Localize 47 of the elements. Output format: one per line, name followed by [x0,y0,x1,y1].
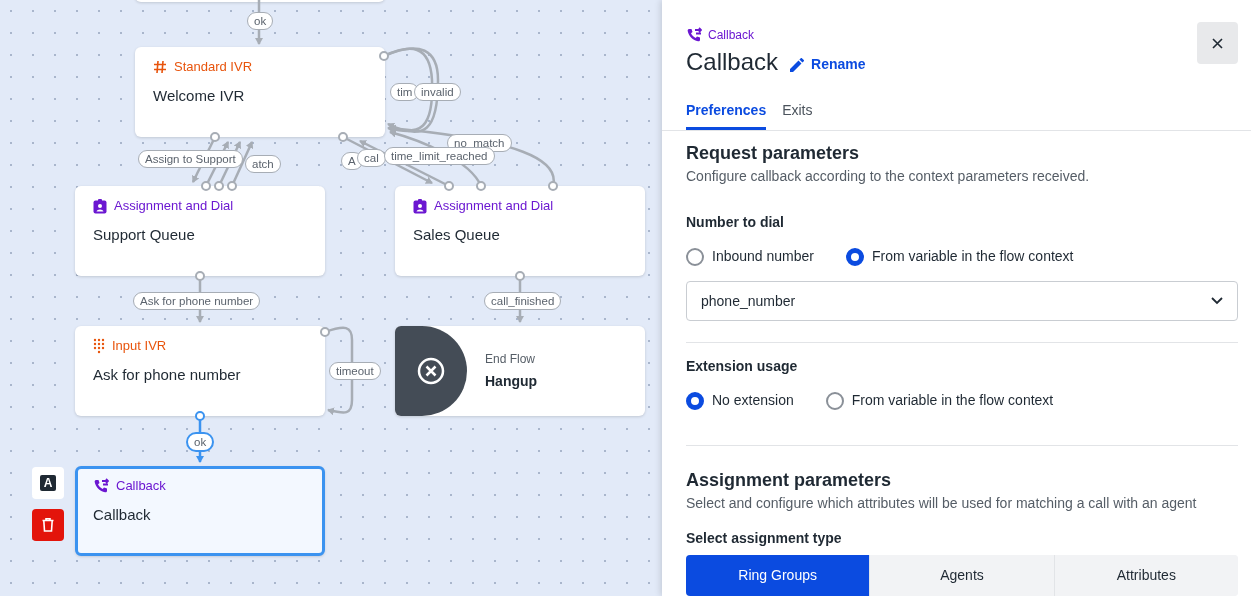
connector-label: timeout [329,362,381,380]
node-card[interactable]: Input IVR Ask for phone number [75,326,325,416]
tab[interactable]: Exits [782,100,813,130]
section-heading: Request parameters [686,142,861,164]
radio-option[interactable]: No extension [686,390,794,411]
node-type-label: End Flow [485,351,537,368]
panel-title: Callback [686,47,779,77]
node-card[interactable]: Standard IVR Welcome IVR [135,47,385,137]
node-card[interactable]: Callback Callback [75,466,325,556]
connector-label: time_limit_reached [384,147,495,165]
rename-button[interactable]: Rename [790,54,866,75]
node-type-label: Assignment and Dial [114,197,234,216]
field-label: Extension usage [686,357,799,376]
label-button[interactable]: A [32,467,64,499]
radio-option[interactable]: Inbound number [686,246,814,267]
segment-button[interactable]: Ring Groups [686,555,870,596]
select-field[interactable]: phone_number [686,281,1238,321]
section-description: Select and configure which attributes will be used for matching a call with an agent [686,494,1198,513]
connector-label: ok [186,432,215,452]
section-description: Configure callback according to the context parameters received. [686,167,1091,186]
node-type-label: Callback [116,477,166,496]
node-title: Callback [93,505,152,525]
connector-label: atch [245,155,281,173]
segment-button[interactable]: Attributes [1053,555,1238,596]
connector-label: ok [247,12,274,30]
node-type-label: Assignment and Dial [434,197,554,216]
connector-label: call_finished [484,292,562,310]
node-type-label: Standard IVR [174,58,253,77]
node-card[interactable]: End Flow Hangup [395,326,645,416]
field-label: Select assignment type [686,529,843,548]
connector-label: Ask for phone number [133,292,261,310]
node-title: Hangup [485,372,538,391]
connector-label: Assign to Support [138,150,243,168]
node-title: Ask for phone number [93,365,242,385]
radio-option[interactable]: From variable in the flow context [825,390,1054,411]
node-card[interactable]: Assignment and Dial Sales Queue [395,186,645,276]
node-card[interactable]: Assignment and Dial Support Queue [75,186,325,276]
radio-option[interactable]: From variable in the flow context [845,246,1074,267]
node-title: Welcome IVR [153,86,246,106]
field-label: Number to dial [686,213,785,232]
node-type-label: Input IVR [112,337,167,356]
connector-label: invalid [414,83,461,101]
connector-label: cal [357,149,386,167]
node-title: Sales Queue [413,225,501,245]
node-type-label: Callback [708,27,755,44]
node-title: Support Queue [93,225,196,245]
section-heading: Assignment parameters [686,469,893,491]
